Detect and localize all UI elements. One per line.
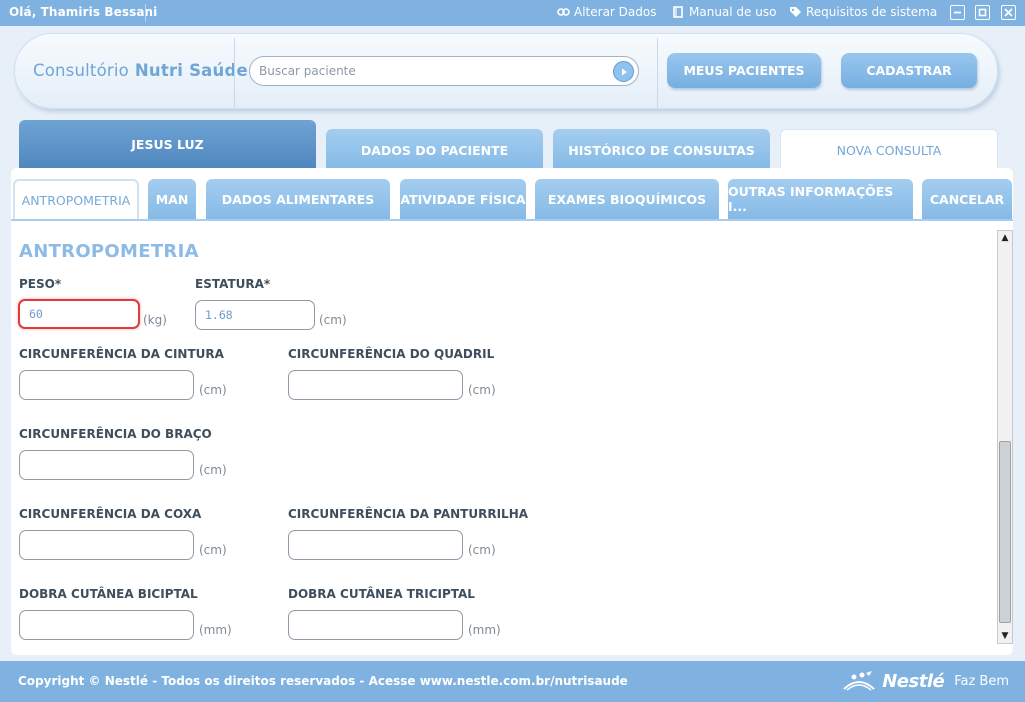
subtab-atividade-fisica[interactable]: ATIVIDADE FÍSICA	[400, 179, 526, 219]
topbar-divider	[145, 4, 146, 22]
cintura-label: CIRCUNFERÊNCIA DA CINTURA	[19, 347, 224, 361]
estatura-unit: (cm)	[319, 313, 347, 327]
link-icon	[557, 8, 570, 16]
subtab-cancelar[interactable]: CANCELAR	[922, 179, 1012, 219]
biciptal-label: DOBRA CUTÂNEA BICIPTAL	[19, 587, 198, 601]
scroll-down-icon[interactable]: ▼	[1000, 631, 1010, 641]
search-input[interactable]	[259, 61, 609, 81]
triciptal-field[interactable]	[288, 610, 463, 640]
peso-unit: (kg)	[143, 313, 167, 327]
patient-name-tab[interactable]: JESUS LUZ	[19, 120, 316, 170]
play-arrow-icon	[621, 68, 627, 75]
estatura-label: ESTATURA*	[195, 277, 271, 291]
panturrilha-field[interactable]	[288, 530, 463, 560]
minimize-button[interactable]	[950, 5, 965, 20]
braco-field[interactable]	[19, 450, 194, 480]
nestle-brand: Nestlé Faz Bem	[842, 669, 1009, 693]
scroll-thumb[interactable]	[999, 441, 1011, 623]
scroll-up-icon[interactable]: ▲	[1000, 233, 1010, 243]
biciptal-unit: (mm)	[199, 623, 232, 637]
nestle-nest-icon	[843, 671, 875, 691]
braco-unit: (cm)	[199, 463, 227, 477]
logo-prefix: Consultório	[33, 61, 129, 80]
close-button[interactable]	[1001, 5, 1016, 20]
subtab-antropometria[interactable]: ANTROPOMETRIA	[13, 179, 139, 219]
subtab-man[interactable]: MAN	[148, 179, 196, 219]
copyright-text: Copyright © Nestlé - Todos os direitos r…	[18, 674, 628, 688]
estatura-field[interactable]	[195, 300, 315, 330]
peso-field[interactable]	[18, 299, 140, 329]
consultation-panel: ANTROPOMETRIA MAN DADOS ALIMENTARES ATIV…	[11, 168, 1013, 655]
panturrilha-unit: (cm)	[468, 543, 496, 557]
braco-label: CIRCUNFERÊNCIA DO BRAÇO	[19, 427, 212, 441]
top-bar: Olá, Thamiris Bessani Alterar Dados Manu…	[0, 0, 1025, 26]
nestle-tagline: Faz Bem	[954, 673, 1009, 689]
app-logo: Consultório Nutri Saúde	[33, 61, 248, 80]
manual-de-uso-label: Manual de uso	[689, 5, 777, 19]
peso-label: PESO*	[19, 277, 62, 291]
footer: Copyright © Nestlé - Todos os direitos r…	[0, 661, 1025, 702]
my-patients-button[interactable]: MEUS PACIENTES	[667, 53, 821, 88]
panturrilha-label: CIRCUNFERÊNCIA DA PANTURRILHA	[288, 507, 529, 521]
manual-de-uso-link[interactable]: Manual de uso	[672, 5, 776, 19]
book-icon	[673, 6, 683, 18]
header-divider	[234, 38, 235, 108]
triciptal-unit: (mm)	[468, 623, 501, 637]
tag-icon	[790, 7, 801, 17]
register-button[interactable]: CADASTRAR	[841, 53, 977, 88]
triciptal-label: DOBRA CUTÂNEA TRICIPTAL	[288, 587, 475, 601]
requisitos-link[interactable]: Requisitos de sistema	[789, 5, 937, 19]
tab-dados-paciente[interactable]: DADOS DO PACIENTE	[326, 129, 543, 171]
app-header: Consultório Nutri Saúde MEUS PACIENTES C…	[14, 33, 998, 109]
logo-main: Nutri Saúde	[134, 61, 248, 80]
maximize-icon	[978, 8, 987, 17]
user-greeting: Olá, Thamiris Bessani	[9, 5, 158, 19]
nestle-logo-text: Nestlé	[882, 670, 945, 692]
header-divider	[657, 38, 658, 108]
patient-search	[249, 56, 639, 86]
vertical-scrollbar[interactable]: ▲ ▼	[997, 230, 1013, 644]
coxa-unit: (cm)	[199, 543, 227, 557]
maximize-button[interactable]	[975, 5, 990, 20]
cintura-unit: (cm)	[199, 383, 227, 397]
quadril-label: CIRCUNFERÊNCIA DO QUADRIL	[288, 347, 495, 361]
subtab-dados-alimentares[interactable]: DADOS ALIMENTARES	[206, 179, 390, 219]
search-button[interactable]	[613, 61, 634, 82]
coxa-label: CIRCUNFERÊNCIA DA COXA	[19, 507, 202, 521]
alterar-dados-link[interactable]: Alterar Dados	[557, 5, 656, 19]
close-icon	[1004, 8, 1013, 17]
tab-historico-consultas[interactable]: HISTÓRICO DE CONSULTAS	[553, 129, 770, 171]
quadril-field[interactable]	[288, 370, 463, 400]
subtab-outras-informacoes[interactable]: OUTRAS INFORMAÇÕES I...	[728, 179, 913, 219]
coxa-field[interactable]	[19, 530, 194, 560]
alterar-dados-label: Alterar Dados	[574, 5, 657, 19]
form-title: ANTROPOMETRIA	[19, 241, 199, 262]
cintura-field[interactable]	[19, 370, 194, 400]
minimize-icon	[954, 11, 961, 14]
requisitos-label: Requisitos de sistema	[806, 5, 938, 19]
subtab-underline	[11, 219, 1013, 221]
biciptal-field[interactable]	[19, 610, 194, 640]
tab-nova-consulta[interactable]: NOVA CONSULTA	[780, 129, 998, 171]
quadril-unit: (cm)	[468, 383, 496, 397]
subtab-exames-bioquimicos[interactable]: EXAMES BIOQUÍMICOS	[535, 179, 719, 219]
